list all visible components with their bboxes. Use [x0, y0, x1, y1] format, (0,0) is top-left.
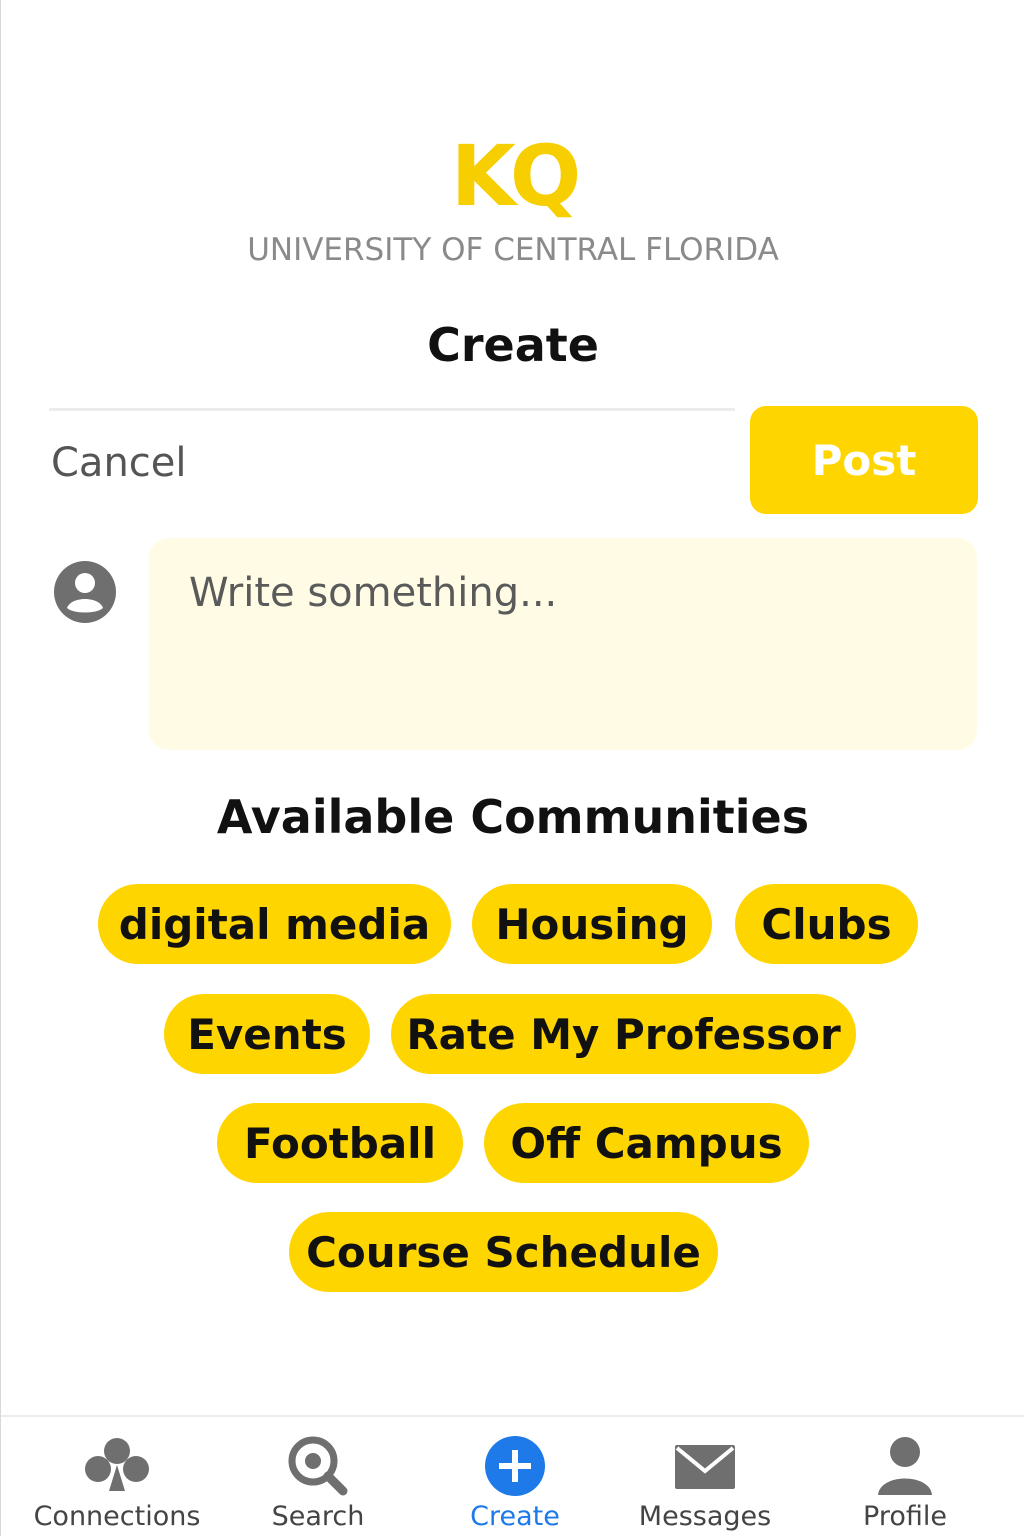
tab-create-label: Create: [470, 1501, 560, 1532]
tab-connections-label: Connections: [33, 1501, 201, 1532]
page-title: Create: [427, 318, 599, 372]
community-chip-rate-my-professor[interactable]: Rate My Professor: [391, 994, 856, 1074]
university-name: UNIVERSITY OF CENTRAL FLORIDA: [247, 232, 779, 268]
community-chip-off-campus[interactable]: Off Campus: [484, 1103, 809, 1183]
envelope-icon: [675, 1445, 735, 1489]
connections-icon: [85, 1438, 149, 1491]
post-composer: [149, 538, 977, 750]
app-logo: KQ: [450, 127, 582, 225]
tab-messages[interactable]: Messages: [605, 1435, 805, 1535]
tab-search[interactable]: Search: [218, 1435, 418, 1535]
tab-messages-label: Messages: [638, 1501, 772, 1532]
search-icon: [288, 1436, 348, 1496]
bottom-tab-bar: Connections Search Create Messages Profi…: [1, 1415, 1024, 1536]
tab-connections[interactable]: Connections: [17, 1435, 217, 1535]
tab-create[interactable]: Create: [415, 1435, 615, 1535]
community-chip-course-schedule[interactable]: Course Schedule: [289, 1212, 718, 1292]
create-post-screen: KQ UNIVERSITY OF CENTRAL FLORIDA Create …: [0, 0, 1024, 1536]
plus-circle-icon: [485, 1436, 545, 1496]
community-chip-digital-media[interactable]: digital media: [98, 884, 451, 964]
tab-search-label: Search: [271, 1501, 365, 1532]
tab-profile[interactable]: Profile: [805, 1435, 1005, 1535]
community-chip-housing[interactable]: Housing: [472, 884, 712, 964]
tab-profile-label: Profile: [863, 1501, 947, 1532]
header-divider: [49, 408, 735, 411]
cancel-button[interactable]: Cancel: [51, 440, 187, 486]
post-button[interactable]: Post: [750, 406, 978, 514]
community-chip-football[interactable]: Football: [217, 1103, 463, 1183]
user-circle-icon: [53, 560, 117, 624]
community-chip-clubs[interactable]: Clubs: [735, 884, 918, 964]
brand-header: KQ UNIVERSITY OF CENTRAL FLORIDA: [1, 128, 1024, 268]
communities-title: Available Communities: [216, 790, 810, 844]
post-text-input[interactable]: [189, 570, 937, 718]
community-chip-events[interactable]: Events: [164, 994, 370, 1074]
person-icon: [878, 1437, 932, 1495]
